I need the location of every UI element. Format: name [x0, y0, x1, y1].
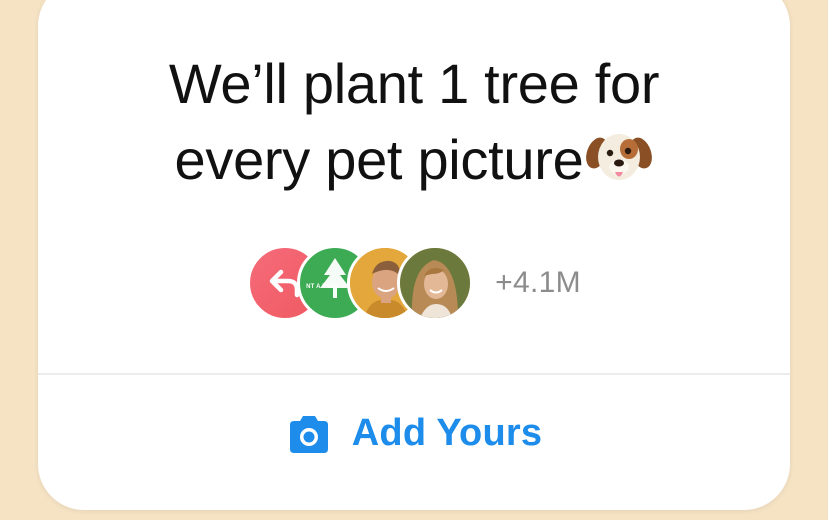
avatar-stack[interactable]: NT A TREE — [247, 245, 474, 321]
prompt-line-2: every pet picture — [78, 122, 750, 198]
participants-row[interactable]: NT A TREE +4.1M — [38, 245, 790, 321]
camera-icon — [289, 415, 328, 453]
add-yours-button[interactable]: Add Yours — [38, 412, 790, 455]
prompt-line-2-text: every pet picture — [174, 128, 584, 191]
person-avatar-2[interactable] — [397, 245, 474, 321]
logo-lettering: NT A TREE — [306, 284, 340, 290]
dog-face-emoji-icon — [586, 134, 653, 180]
sticker-prompt: We’ll plant 1 tree for every pet picture — [78, 46, 750, 198]
prompt-line-1: We’ll plant 1 tree for — [168, 52, 660, 115]
person-photo-2 — [400, 248, 471, 318]
participant-count: +4.1M — [495, 266, 581, 299]
divider — [38, 373, 790, 375]
add-yours-sticker-card: We’ll plant 1 tree for every pet picture — [38, 0, 790, 510]
add-yours-label: Add Yours — [351, 412, 543, 454]
